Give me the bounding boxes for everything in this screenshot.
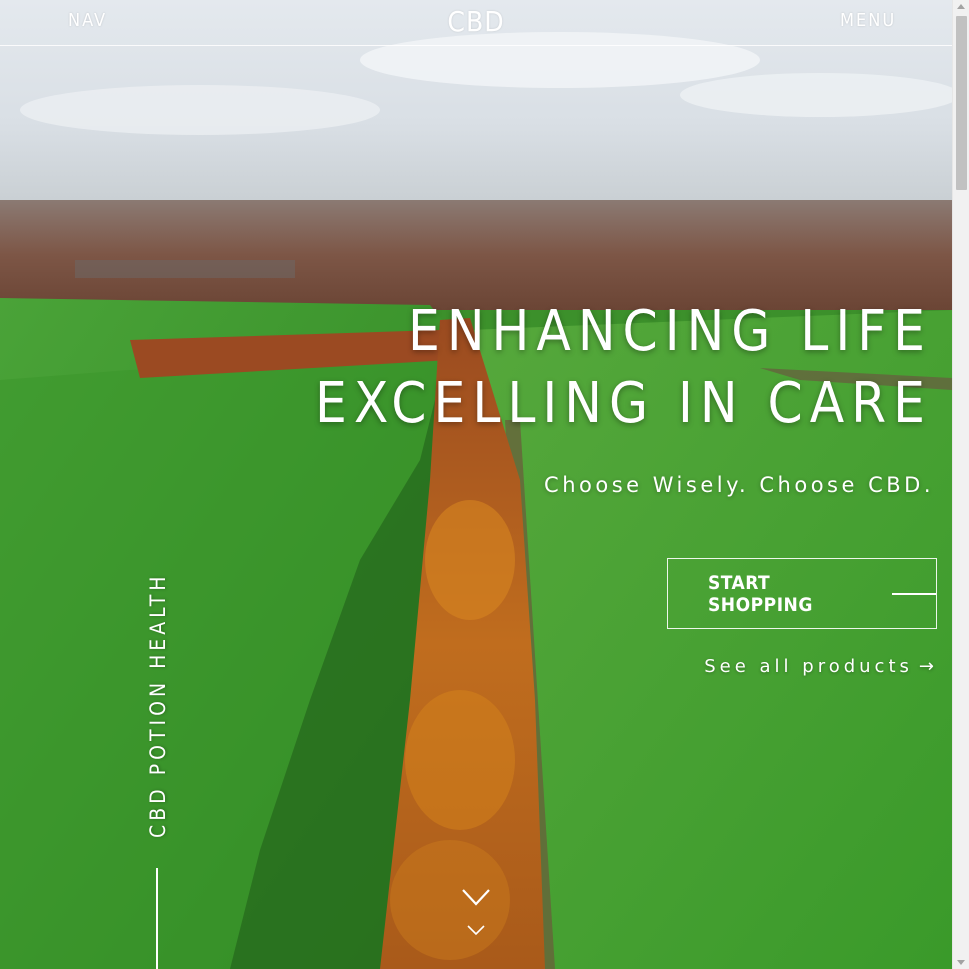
see-all-products-label: See all products [704, 656, 913, 677]
vertical-brand-label: CBD POTION HEALTH [146, 572, 170, 838]
cta-line-decoration [891, 592, 936, 595]
site-logo[interactable]: CBD [0, 5, 952, 38]
arrow-right-icon: → [918, 656, 934, 677]
hero-headline: ENHANCING LIFE EXCELLING IN CARE [315, 296, 932, 440]
start-shopping-label: START SHOPPING [708, 571, 813, 616]
scrollbar-thumb[interactable] [956, 16, 967, 190]
menu-button[interactable]: MENU [840, 10, 896, 31]
start-shopping-button[interactable]: START SHOPPING [667, 558, 937, 629]
headline-line-2: EXCELLING IN CARE [315, 371, 932, 436]
scroll-down-arrow-icon[interactable] [957, 960, 965, 965]
top-navigation-bar: NAV CBD MENU [0, 0, 952, 46]
hero-section: NAV CBD MENU ENHANCING LIFE EXCELLING IN… [0, 0, 952, 969]
chevron-double-down-icon[interactable] [461, 884, 491, 940]
scroll-up-arrow-icon[interactable] [957, 4, 965, 9]
hero-tagline: Choose Wisely. Choose CBD. [544, 473, 934, 497]
page-scrollbar[interactable] [952, 0, 969, 969]
see-all-products-link[interactable]: See all products → [704, 656, 934, 677]
headline-line-1: ENHANCING LIFE [407, 299, 932, 364]
vertical-divider-line [156, 868, 158, 969]
